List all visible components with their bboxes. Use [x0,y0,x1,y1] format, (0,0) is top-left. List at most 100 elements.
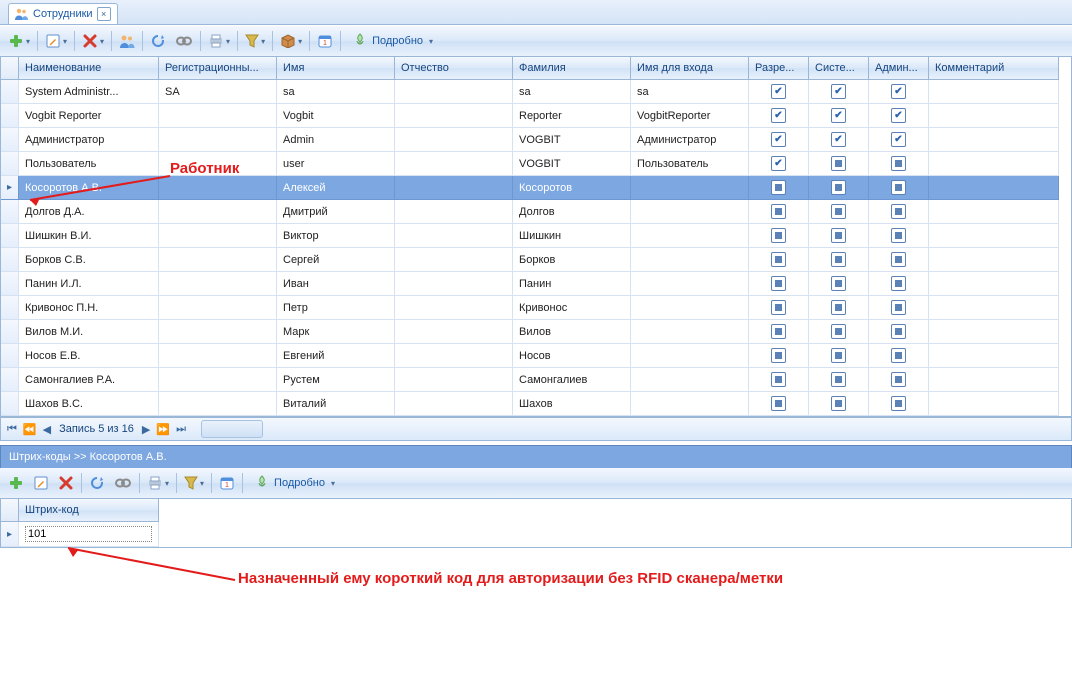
scroll-thumb[interactable] [201,420,263,438]
cell-perm[interactable] [749,296,809,320]
checkbox-checked[interactable]: ✔ [891,132,906,147]
cell-name[interactable]: Шахов В.С. [19,392,159,416]
delete-button[interactable] [54,470,78,496]
cell-login[interactable] [631,248,749,272]
cell-admin[interactable]: ✔ [869,104,929,128]
cell-login[interactable] [631,176,749,200]
cell-last[interactable]: Вилов [513,320,631,344]
checkbox-indeterminate[interactable] [831,204,846,219]
cell-comment[interactable] [929,296,1059,320]
cell-name[interactable]: System Administr... [19,80,159,104]
cell-sys[interactable] [809,392,869,416]
nav-prev[interactable]: ◀ [41,423,53,436]
col-comment[interactable]: Комментарий [929,57,1059,80]
cell-last[interactable]: Косоротов [513,176,631,200]
cell-perm[interactable]: ✔ [749,152,809,176]
cell-first[interactable]: sa [277,80,395,104]
checkbox-indeterminate[interactable] [891,252,906,267]
checkbox-indeterminate[interactable] [891,348,906,363]
cell-admin[interactable] [869,368,929,392]
link-button[interactable] [110,470,136,496]
cell-last[interactable]: Самонгалиев [513,368,631,392]
cell-sys[interactable] [809,344,869,368]
cell-perm[interactable] [749,200,809,224]
cell-last[interactable]: Носов [513,344,631,368]
cell-first[interactable]: Марк [277,320,395,344]
filter-button[interactable]: ▾ [241,28,269,54]
cell-name[interactable]: Администратор [19,128,159,152]
cell-first[interactable]: Vogbit [277,104,395,128]
cell-reg[interactable] [159,128,277,152]
date-button[interactable]: 1 [215,470,239,496]
col-barcode[interactable]: Штрих-код [19,499,159,522]
cell-mid[interactable] [395,320,513,344]
cell-mid[interactable] [395,344,513,368]
col-middle[interactable]: Отчество [395,57,513,80]
link-button[interactable] [171,28,197,54]
cell-reg[interactable] [159,104,277,128]
cell-mid[interactable] [395,272,513,296]
cell-perm[interactable]: ✔ [749,104,809,128]
cell-comment[interactable] [929,248,1059,272]
cell-perm[interactable] [749,248,809,272]
cell-perm[interactable] [749,224,809,248]
cell-reg[interactable] [159,320,277,344]
nav-next-page[interactable]: ⏩ [154,423,172,436]
cell-mid[interactable] [395,248,513,272]
cell-last[interactable]: Долгов [513,200,631,224]
cell-first[interactable]: Рустем [277,368,395,392]
table-row[interactable]: Вилов М.И.МаркВилов [1,320,1071,344]
cell-login[interactable] [631,224,749,248]
cell-sys[interactable] [809,320,869,344]
cell-name[interactable]: Шишкин В.И. [19,224,159,248]
table-row[interactable]: ▸Косоротов А.В.АлексейКосоротов [1,176,1071,200]
checkbox-indeterminate[interactable] [891,396,906,411]
filter-button[interactable]: ▾ [180,470,208,496]
cell-login[interactable] [631,320,749,344]
col-admin[interactable]: Админ... [869,57,929,80]
edit-button[interactable]: ▾ [41,28,71,54]
cell-name[interactable]: Косоротов А.В. [19,176,159,200]
cell-perm[interactable]: ✔ [749,80,809,104]
tab-close-button[interactable]: × [97,7,111,21]
tab-employees[interactable]: Сотрудники × [8,3,118,24]
cell-mid[interactable] [395,152,513,176]
cell-comment[interactable] [929,176,1059,200]
cell-last[interactable]: Панин [513,272,631,296]
checkbox-checked[interactable]: ✔ [831,132,846,147]
checkbox-indeterminate[interactable] [831,156,846,171]
cell-admin[interactable] [869,176,929,200]
cell-comment[interactable] [929,104,1059,128]
checkbox-indeterminate[interactable] [771,300,786,315]
cell-perm[interactable] [749,392,809,416]
checkbox-checked[interactable]: ✔ [771,108,786,123]
cell-sys[interactable] [809,296,869,320]
table-row[interactable]: Шахов В.С.ВиталийШахов [1,392,1071,416]
print-button[interactable]: ▾ [204,28,234,54]
cell-login[interactable]: sa [631,80,749,104]
cell-comment[interactable] [929,272,1059,296]
checkbox-indeterminate[interactable] [891,300,906,315]
checkbox-indeterminate[interactable] [891,204,906,219]
checkbox-indeterminate[interactable] [891,156,906,171]
checkbox-indeterminate[interactable] [891,180,906,195]
cell-last[interactable]: sa [513,80,631,104]
checkbox-indeterminate[interactable] [771,276,786,291]
cell-name[interactable]: Долгов Д.А. [19,200,159,224]
delete-button[interactable]: ▾ [78,28,108,54]
cell-last[interactable]: Кривонос [513,296,631,320]
nav-prev-page[interactable]: ⏪ [21,423,39,436]
cell-login[interactable]: Администратор [631,128,749,152]
checkbox-indeterminate[interactable] [831,372,846,387]
cell-mid[interactable] [395,224,513,248]
cell-login[interactable] [631,296,749,320]
checkbox-indeterminate[interactable] [771,228,786,243]
checkbox-indeterminate[interactable] [891,228,906,243]
cell-admin[interactable]: ✔ [869,80,929,104]
cell-mid[interactable] [395,200,513,224]
cell-name[interactable]: Vogbit Reporter [19,104,159,128]
checkbox-checked[interactable]: ✔ [891,84,906,99]
col-sys[interactable]: Систе... [809,57,869,80]
cell-first[interactable]: Дмитрий [277,200,395,224]
table-row[interactable]: Самонгалиев Р.А.РустемСамонгалиев [1,368,1071,392]
